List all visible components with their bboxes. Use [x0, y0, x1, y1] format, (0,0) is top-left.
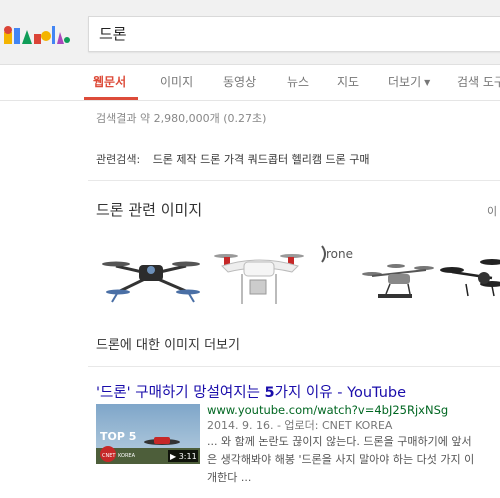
- image-section-right-label[interactable]: 이: [487, 203, 497, 219]
- result-meta: 2014. 9. 16. - 업로더: CNET KOREA: [207, 419, 393, 432]
- tab-web[interactable]: 웹문서: [93, 73, 126, 90]
- tab-search-tools[interactable]: 검색 도구: [457, 73, 500, 90]
- result-title-link[interactable]: '드론' 구매하기 망설여지는 5가지 이유 - YouTube: [96, 381, 406, 402]
- thumb-top-text: TOP 5: [100, 430, 136, 443]
- result-stats: 검색결과 약 2,980,000개 (0.27초): [96, 112, 267, 125]
- related-item[interactable]: 헬리캠: [292, 153, 322, 166]
- search-input[interactable]: [99, 24, 479, 42]
- tab-videos[interactable]: 동영상: [223, 73, 256, 90]
- google-doodle-logo[interactable]: [2, 22, 70, 46]
- result-title-part: 가지 이유 -: [274, 385, 348, 401]
- divider: [88, 366, 500, 367]
- thumb-brand-sub: KOREA: [118, 453, 136, 459]
- result-url[interactable]: www.youtube.com/watch?v=4bJ25RjxNSg: [207, 403, 448, 417]
- video-duration: ▶ 3:11: [170, 452, 197, 461]
- related-item[interactable]: 드론 가격: [200, 153, 244, 166]
- result-snippet-line: 은 생각해봐야 해봉 '드론을 사지 말아야 하는 다섯 가지 이: [207, 453, 475, 466]
- drone-image-2[interactable]: [212, 240, 308, 310]
- search-box[interactable]: [88, 16, 500, 52]
- tab-more-label: 더보기: [388, 75, 422, 89]
- related-item[interactable]: 쿼드콥터: [248, 153, 288, 166]
- caret-down-icon: ▼: [424, 78, 431, 87]
- thumb-brand: CNET: [102, 453, 116, 459]
- tab-more[interactable]: 더보기 ▼: [388, 73, 430, 90]
- active-tab-underline: [84, 97, 138, 100]
- related-searches: 관련검색: 드론 제작 드론 가격 쿼드콥터 헬리캠 드론 구매: [96, 151, 370, 167]
- tab-news[interactable]: 뉴스: [287, 73, 309, 90]
- drone-images: rone: [96, 240, 500, 310]
- result-title-part: '드론' 구매하기 망설여지는: [96, 385, 265, 401]
- tab-maps[interactable]: 지도: [337, 73, 359, 90]
- video-thumbnail-image: TOP 5 CNET KOREA ▶ 3:11: [96, 404, 200, 464]
- drone-image-5[interactable]: [438, 240, 500, 310]
- result-title-site: YouTube: [347, 385, 407, 401]
- result-snippet-line: ... 와 함께 논란도 끊이지 않는다. 드론을 구매하기에 앞서: [207, 435, 472, 448]
- search-tabs: 웹문서 이미지 동영상 뉴스 지도 더보기 ▼ 검색 도구: [0, 64, 500, 101]
- image-section-heading[interactable]: 드론 관련 이미지: [96, 199, 202, 220]
- drone-image-4[interactable]: [362, 240, 434, 310]
- image-strip: rone: [96, 240, 500, 310]
- related-item[interactable]: 드론 제작: [153, 153, 197, 166]
- video-thumbnail[interactable]: TOP 5 CNET KOREA ▶ 3:11: [96, 404, 200, 464]
- related-item[interactable]: 드론 구매: [326, 153, 370, 166]
- more-images-link[interactable]: 드론에 대한 이미지 더보기: [96, 334, 240, 353]
- divider: [88, 180, 500, 181]
- result-title-number: 5: [264, 385, 275, 401]
- drone-image-3[interactable]: rone: [314, 240, 360, 310]
- tab-images[interactable]: 이미지: [160, 73, 193, 90]
- drone-logo-text: rone: [326, 247, 353, 261]
- result-snippet-line: 개한다 ...: [207, 471, 252, 484]
- header-bar: [0, 0, 500, 65]
- related-label: 관련검색:: [96, 153, 141, 166]
- drone-image-1[interactable]: [96, 240, 206, 310]
